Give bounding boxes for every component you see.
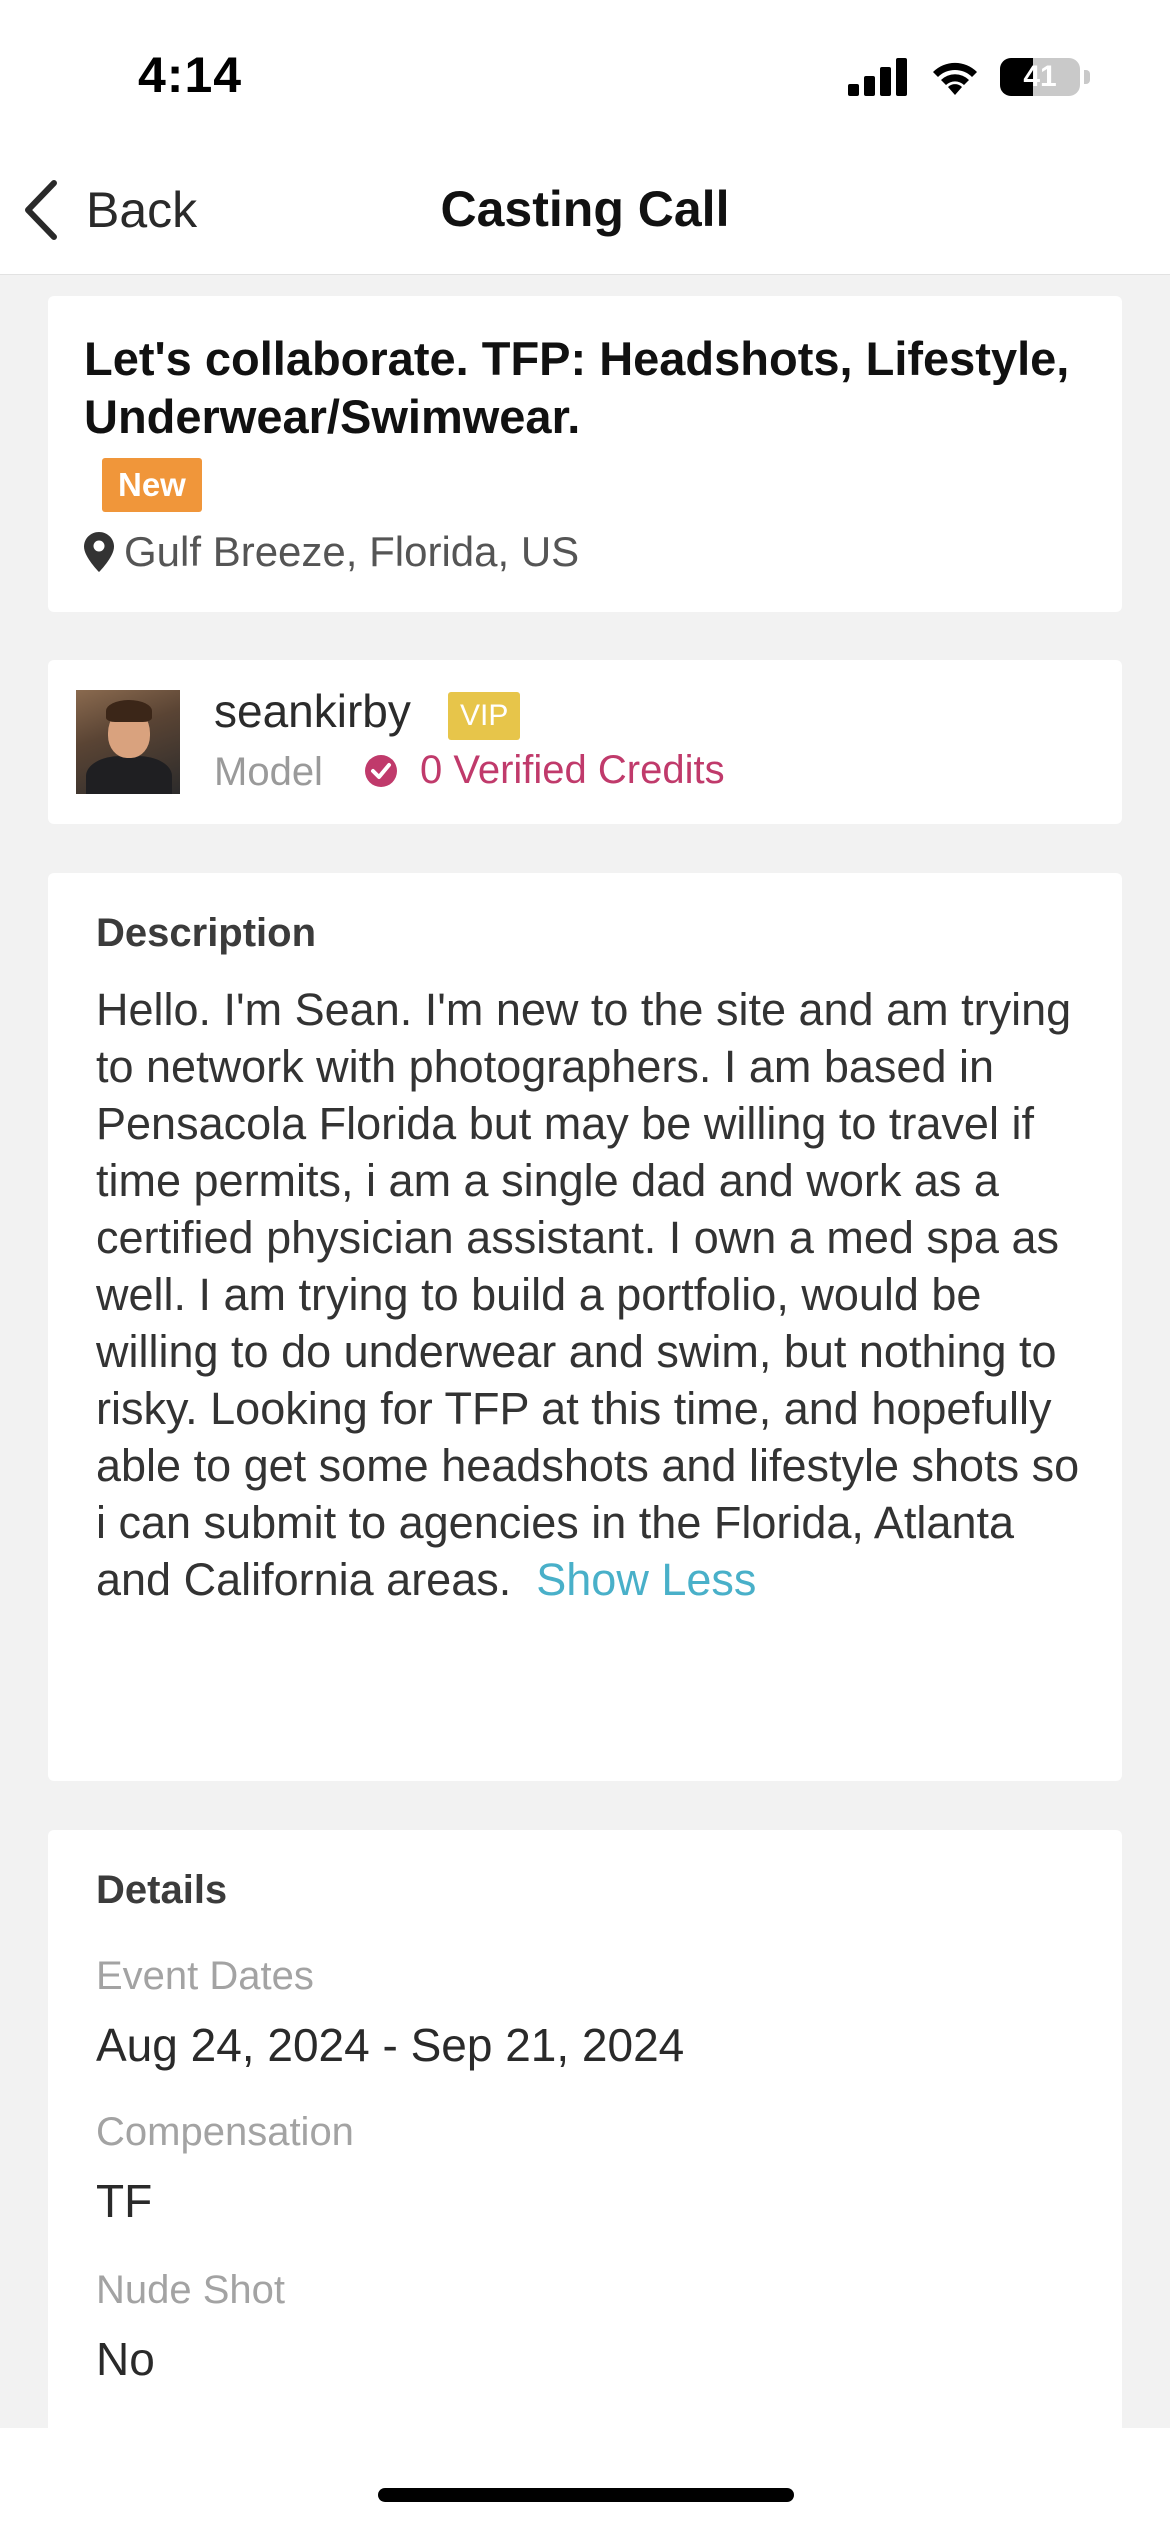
- credits-text: 0 Verified Credits: [420, 748, 725, 792]
- vip-badge: VIP: [448, 692, 521, 740]
- description-text: Hello. I'm Sean. I'm new to the site and…: [96, 981, 1096, 1608]
- listing-card: Let's collaborate. TFP: Headshots, Lifes…: [48, 296, 1122, 612]
- new-badge: New: [102, 458, 202, 512]
- listing-title: Let's collaborate. TFP: Headshots, Lifes…: [84, 332, 1070, 443]
- compensation-label: Compensation: [96, 2110, 354, 2154]
- details-card: Details Event Dates Aug 24, 2024 - Sep 2…: [48, 1830, 1122, 2450]
- home-indicator[interactable]: [378, 2488, 794, 2502]
- battery-nub: [1084, 70, 1090, 84]
- verified-check-icon: [365, 754, 397, 787]
- show-less-link[interactable]: Show Less: [536, 1554, 756, 1605]
- wifi-icon: [933, 62, 977, 95]
- description-body: Hello. I'm Sean. I'm new to the site and…: [96, 984, 1080, 1605]
- battery-icon: 41: [1000, 58, 1080, 96]
- nude-shot-value: No: [96, 2333, 155, 2385]
- status-bar: 4:14 41: [0, 0, 1170, 150]
- home-indicator-area: [0, 2428, 1170, 2532]
- user-role: Model: [214, 750, 323, 794]
- battery-percent: 41: [1023, 60, 1057, 93]
- description-heading: Description: [96, 911, 317, 955]
- nude-shot-label: Nude Shot: [96, 2268, 286, 2312]
- avatar[interactable]: [76, 690, 180, 794]
- event-dates-label: Event Dates: [96, 1954, 314, 1998]
- nav-bar: Back Casting Call: [0, 150, 1170, 275]
- page-title: Casting Call: [440, 181, 730, 237]
- event-dates-value: Aug 24, 2024 - Sep 21, 2024: [96, 2019, 685, 2071]
- status-time: 4:14: [138, 47, 243, 103]
- verified-credits[interactable]: 0 Verified Credits: [364, 748, 725, 793]
- details-heading: Details: [96, 1868, 228, 1912]
- profile-card[interactable]: seankirby VIP Model 0 Verified Credits: [48, 660, 1122, 824]
- username[interactable]: seankirby: [214, 684, 411, 738]
- status-icons: 41: [848, 52, 1090, 102]
- map-pin-icon: [84, 532, 114, 572]
- location: Gulf Breeze, Florida, US: [84, 528, 579, 576]
- location-text: Gulf Breeze, Florida, US: [124, 528, 580, 575]
- compensation-value: TF: [96, 2175, 153, 2227]
- signal-icon: [848, 58, 907, 96]
- description-card: Description Hello. I'm Sean. I'm new to …: [48, 873, 1122, 1781]
